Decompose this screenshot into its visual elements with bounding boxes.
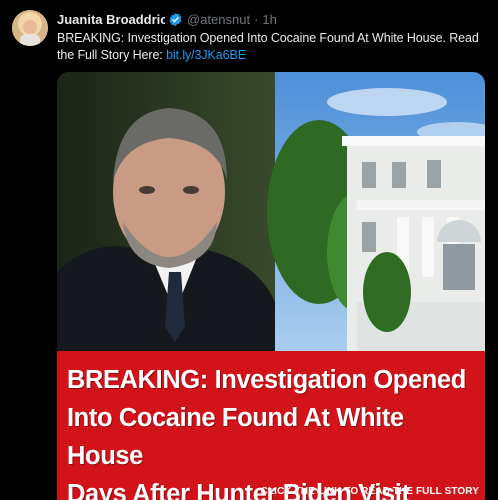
timestamp[interactable]: 1h [262, 12, 276, 27]
headline-banner: BREAKING: Investigation Opened Into Coca… [57, 351, 485, 500]
tweet-text: BREAKING: Investigation Opened Into Coca… [57, 30, 493, 64]
author-handle[interactable]: @atensnut [187, 12, 250, 27]
avatar[interactable] [12, 10, 48, 46]
avatar-image [12, 10, 48, 46]
separator-dot: · [254, 11, 259, 27]
tweet-body: BREAKING: Investigation Opened Into Coca… [57, 31, 479, 62]
tweet[interactable]: Juanita Broaddrick @atensnut · 1h BREAKI… [0, 0, 498, 500]
headline-line: Into Cocaine Found At White House [67, 404, 404, 470]
cta-text: CLICK THE LINK TO READ THE FULL STORY [260, 486, 479, 497]
tweet-header: Juanita Broaddrick @atensnut · 1h [57, 10, 277, 28]
headline-line: BREAKING: Investigation Opened [67, 366, 466, 394]
media-photo [57, 72, 485, 352]
tweet-media[interactable]: BREAKING: Investigation Opened Into Coca… [57, 72, 485, 500]
tweet-link[interactable]: bit.ly/3JKa6BE [166, 48, 246, 62]
author-name[interactable]: Juanita Broaddrick [57, 12, 165, 27]
verified-badge-icon [169, 12, 182, 26]
headline: BREAKING: Investigation Opened Into Coca… [67, 361, 485, 500]
